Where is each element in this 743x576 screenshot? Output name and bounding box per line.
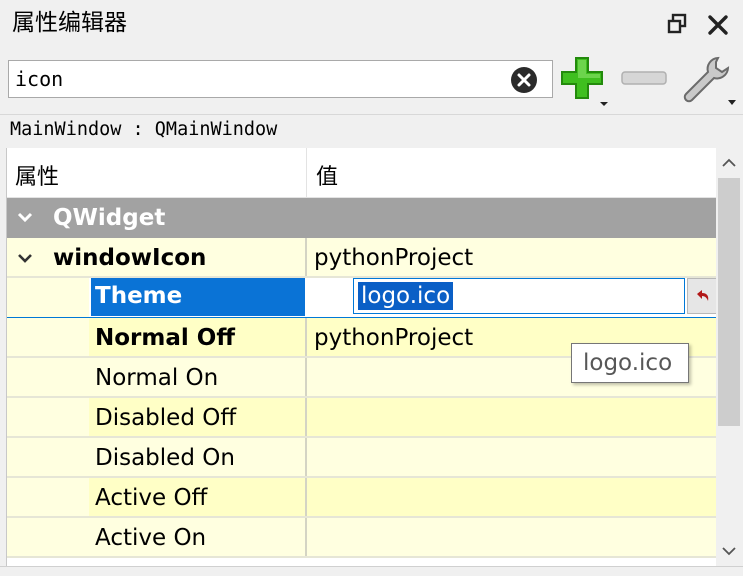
- property-name: Disabled Off: [95, 405, 237, 431]
- column-divider: [305, 478, 307, 518]
- filter-box: [8, 60, 553, 98]
- property-name: Normal On: [95, 365, 219, 391]
- property-name: Disabled On: [95, 445, 235, 471]
- column-divider: [305, 318, 307, 358]
- panel-titlebar: 属性编辑器: [0, 0, 743, 48]
- close-icon: [708, 15, 728, 35]
- scroll-up-button[interactable]: [716, 148, 743, 178]
- tooltip-text: logo.ico: [583, 350, 673, 376]
- column-divider: [305, 238, 307, 278]
- property-row-active-off[interactable]: Active Off: [7, 478, 716, 518]
- float-button[interactable]: [664, 11, 690, 37]
- row-divider: [7, 556, 716, 558]
- object-class-bar: MainWindow : QMainWindow: [0, 114, 743, 146]
- plus-icon: [561, 57, 608, 106]
- chevron-up-icon: [722, 158, 736, 167]
- panel-title: 属性编辑器: [12, 10, 127, 36]
- close-button[interactable]: [704, 11, 732, 39]
- property-row-disabled-on[interactable]: Disabled On: [7, 438, 716, 478]
- property-value: pythonProject: [314, 325, 474, 351]
- clear-circle-icon: [511, 67, 537, 93]
- property-row-disabled-off[interactable]: Disabled Off: [7, 398, 716, 438]
- tree-header: 属性 值: [7, 148, 716, 198]
- row-indent: [7, 278, 89, 318]
- property-name: Normal Off: [95, 325, 235, 351]
- configure-button[interactable]: [680, 54, 736, 108]
- column-divider: [305, 438, 307, 478]
- value-tooltip: logo.ico: [571, 343, 689, 383]
- theme-value-editor[interactable]: logo.ico: [353, 278, 685, 314]
- wrench-icon: [683, 56, 736, 105]
- clear-filter-button[interactable]: [509, 65, 539, 95]
- scroll-down-button[interactable]: [716, 536, 743, 566]
- property-name: Active On: [95, 525, 207, 551]
- row-indent: [7, 438, 89, 478]
- scrollbar-thumb[interactable]: [718, 178, 740, 426]
- chevron-down-icon: [722, 547, 736, 556]
- column-divider: [305, 518, 307, 558]
- column-divider: [305, 358, 307, 398]
- object-class-label: MainWindow : QMainWindow: [10, 119, 278, 140]
- selected-cell[interactable]: Theme: [91, 278, 305, 316]
- row-indent: [7, 358, 89, 398]
- column-divider: [305, 398, 307, 438]
- editor-selected-text: logo.ico: [358, 282, 454, 310]
- row-indent: [7, 518, 89, 558]
- filter-input[interactable]: [15, 66, 495, 92]
- property-row-windowicon[interactable]: windowIcon pythonProject: [7, 238, 716, 278]
- property-row-active-on[interactable]: Active On: [7, 518, 716, 558]
- group-row-qwidget[interactable]: QWidget: [7, 198, 716, 238]
- row-indent: [7, 318, 89, 358]
- header-value[interactable]: 值: [316, 159, 338, 191]
- add-dynamic-property-button[interactable]: [558, 56, 610, 108]
- property-name: Active Off: [95, 485, 208, 511]
- reset-value-button[interactable]: [687, 278, 716, 314]
- float-restore-icon: [667, 13, 687, 34]
- row-indent: [7, 398, 89, 438]
- remove-dynamic-property-button[interactable]: [620, 68, 670, 88]
- property-name: windowIcon: [53, 245, 207, 271]
- header-divider: [306, 148, 307, 198]
- vertical-scrollbar[interactable]: [716, 148, 743, 566]
- minus-icon: [621, 71, 667, 85]
- reset-arrow-icon: [697, 290, 709, 301]
- chevron-down-icon[interactable]: [17, 252, 33, 266]
- group-label: QWidget: [53, 205, 166, 231]
- chevron-down-icon[interactable]: [17, 211, 33, 225]
- property-name: Theme: [95, 283, 183, 309]
- row-indent: [7, 478, 89, 518]
- panel-bottom-edge: [0, 566, 743, 576]
- header-property[interactable]: 属性: [15, 159, 59, 191]
- property-value: pythonProject: [314, 245, 474, 271]
- toolbar: [0, 48, 743, 114]
